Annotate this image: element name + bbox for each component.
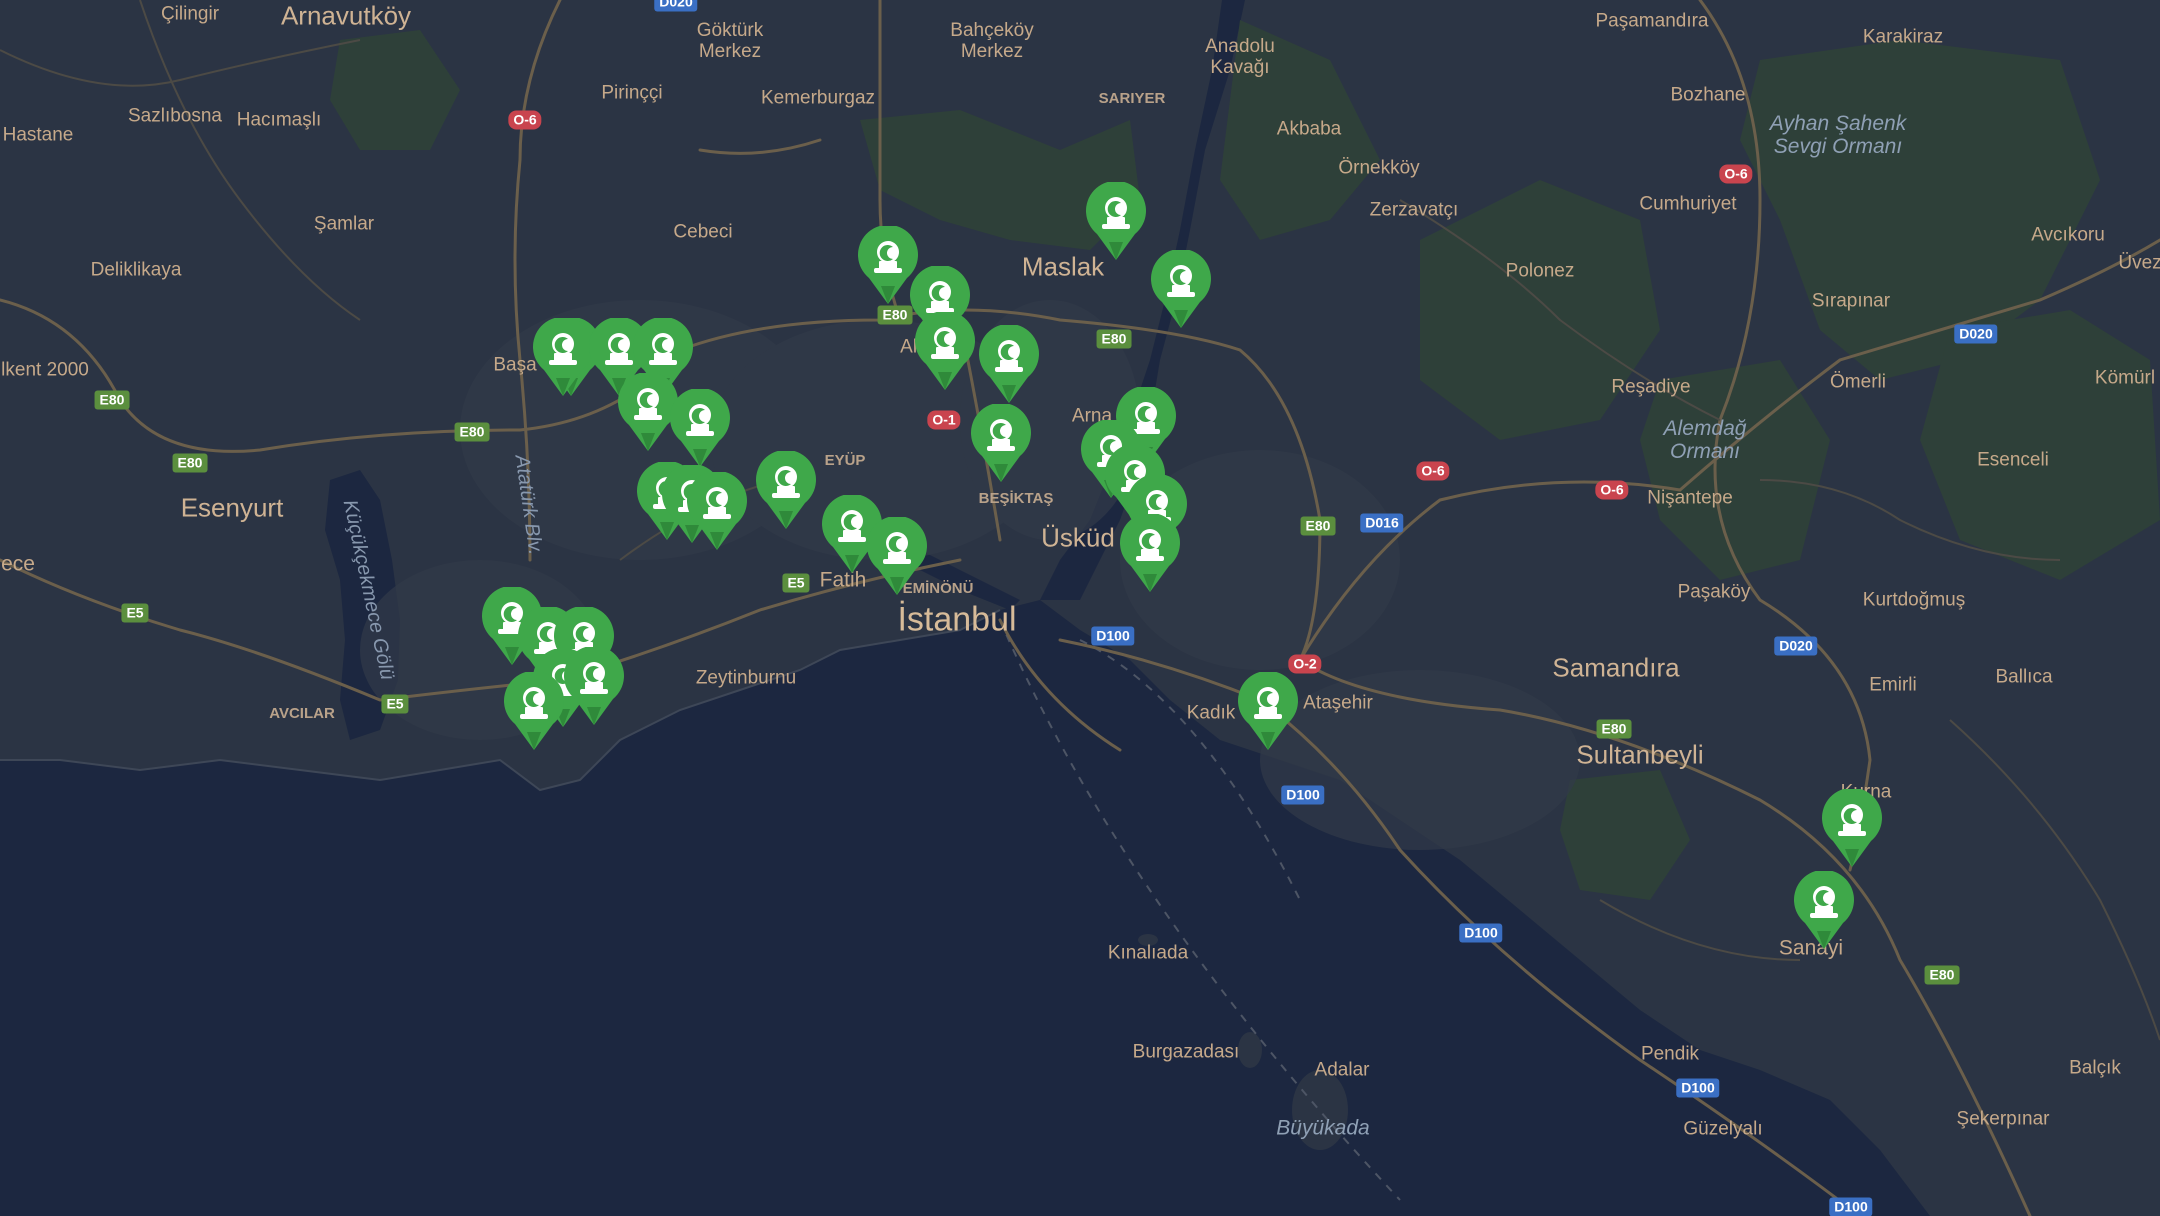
camera-pin-icon bbox=[1794, 871, 1854, 949]
road-shield: D100 bbox=[1459, 923, 1503, 943]
road-shield: D100 bbox=[1091, 626, 1135, 646]
road-shield: D016 bbox=[1360, 513, 1404, 533]
location-marker[interactable] bbox=[1791, 871, 1857, 951]
camera-pin-icon bbox=[979, 325, 1039, 403]
road-shield: O-1 bbox=[927, 410, 961, 430]
location-marker[interactable] bbox=[1819, 789, 1885, 869]
camera-pin-icon bbox=[915, 312, 975, 390]
road-shield: D020 bbox=[654, 0, 698, 12]
road-shield: O-6 bbox=[1719, 164, 1753, 184]
road-shield: E80 bbox=[1096, 329, 1132, 349]
location-marker[interactable] bbox=[684, 472, 750, 552]
road-shield: E80 bbox=[1924, 965, 1960, 985]
road-shield: E5 bbox=[782, 573, 810, 593]
location-marker[interactable] bbox=[561, 647, 627, 727]
camera-pin-icon bbox=[756, 451, 816, 529]
location-marker[interactable] bbox=[1083, 182, 1149, 262]
camera-pin-icon bbox=[971, 404, 1031, 482]
location-marker[interactable] bbox=[667, 389, 733, 469]
location-marker[interactable] bbox=[976, 325, 1042, 405]
camera-pin-icon bbox=[1822, 789, 1882, 867]
road-shield: E80 bbox=[1300, 516, 1336, 536]
location-marker[interactable] bbox=[501, 672, 567, 752]
road-shield: D020 bbox=[1954, 324, 1998, 344]
road-shield: D100 bbox=[1676, 1078, 1720, 1098]
road-shield: E80 bbox=[454, 422, 490, 442]
location-marker[interactable] bbox=[753, 451, 819, 531]
camera-pin-icon bbox=[1238, 672, 1298, 750]
location-marker[interactable] bbox=[1235, 672, 1301, 752]
location-marker[interactable] bbox=[864, 517, 930, 597]
camera-pin-icon bbox=[1120, 514, 1180, 592]
location-marker[interactable] bbox=[1117, 514, 1183, 594]
camera-pin-icon bbox=[504, 672, 564, 750]
road-shield: D100 bbox=[1281, 785, 1325, 805]
location-marker[interactable] bbox=[1148, 250, 1214, 330]
camera-pin-icon bbox=[670, 389, 730, 467]
road-shield: D020 bbox=[1774, 636, 1818, 656]
road-shield: E5 bbox=[381, 694, 409, 714]
camera-pin-icon bbox=[687, 472, 747, 550]
road-shield: E80 bbox=[1596, 719, 1632, 739]
location-marker[interactable] bbox=[912, 312, 978, 392]
road-shield: O-6 bbox=[1595, 480, 1629, 500]
road-shield: D100 bbox=[1829, 1197, 1873, 1216]
camera-pin-icon bbox=[1086, 182, 1146, 260]
location-marker[interactable] bbox=[968, 404, 1034, 484]
camera-pin-icon bbox=[867, 517, 927, 595]
camera-pin-icon bbox=[564, 647, 624, 725]
map-base-layer bbox=[0, 0, 2160, 1216]
map-view[interactable]: Çilingir Arnavutköy Göktürk Merkez Bahçeköy… bbox=[0, 0, 2160, 1216]
camera-pin-icon bbox=[1151, 250, 1211, 328]
road-shield: E80 bbox=[94, 390, 130, 410]
road-shield: E5 bbox=[121, 603, 149, 623]
road-shield: O-2 bbox=[1288, 654, 1322, 674]
road-shield: O-6 bbox=[508, 110, 542, 130]
road-shield: E80 bbox=[172, 453, 208, 473]
road-shield: O-6 bbox=[1416, 461, 1450, 481]
